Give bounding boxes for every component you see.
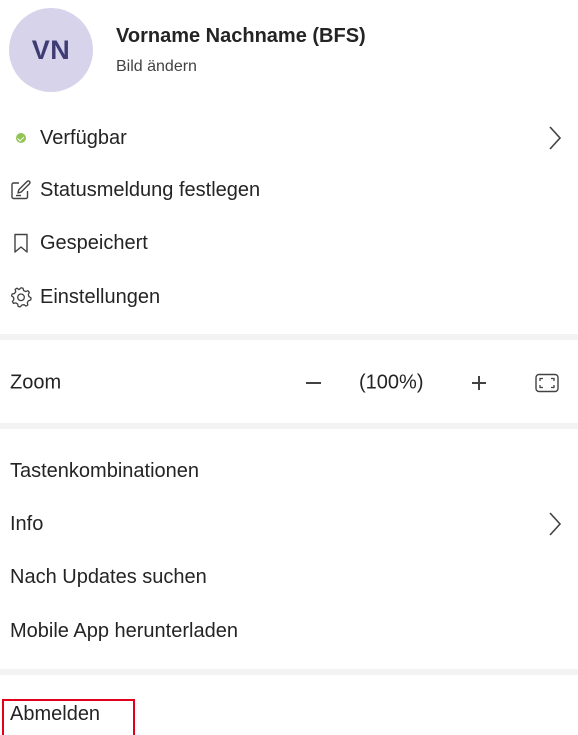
- profile-menu: VN Vorname Nachname (BFS) Bild ändern Ve…: [0, 0, 578, 735]
- saved-label: Gespeichert: [40, 231, 148, 254]
- keyboard-shortcuts-row[interactable]: Tastenkombinationen: [0, 446, 578, 496]
- zoom-row: Zoom (100%): [0, 357, 578, 409]
- avatar[interactable]: VN: [9, 8, 93, 92]
- set-status-message-label: Statusmeldung festlegen: [40, 178, 261, 201]
- check-updates-label: Nach Updates suchen: [10, 565, 207, 588]
- saved-row[interactable]: Gespeichert: [0, 218, 578, 268]
- available-check-icon: [10, 127, 32, 149]
- zoom-out-button[interactable]: [302, 371, 324, 395]
- minus-icon: [305, 382, 321, 384]
- fullscreen-icon: [535, 373, 559, 393]
- status-label: Verfügbar: [40, 126, 127, 149]
- bookmark-icon: [10, 232, 32, 254]
- change-picture-link[interactable]: Bild ändern: [116, 58, 197, 76]
- divider: [0, 334, 578, 340]
- download-mobile-app-row[interactable]: Mobile App herunterladen: [0, 606, 578, 656]
- settings-row[interactable]: Einstellungen: [0, 272, 578, 322]
- status-availability-row[interactable]: Verfügbar: [0, 113, 578, 163]
- profile-name: Vorname Nachname (BFS): [116, 25, 366, 47]
- keyboard-shortcuts-label: Tastenkombinationen: [10, 459, 200, 482]
- zoom-label: Zoom: [10, 371, 62, 394]
- gear-icon: [10, 286, 32, 308]
- zoom-in-button[interactable]: [467, 371, 491, 395]
- set-status-message-row[interactable]: Statusmeldung festlegen: [0, 165, 578, 215]
- zoom-level: (100%): [359, 371, 424, 394]
- chevron-right-icon: [549, 126, 562, 150]
- profile-header: VN Vorname Nachname (BFS) Bild ändern: [0, 0, 578, 105]
- divider: [0, 423, 578, 429]
- info-row[interactable]: Info: [0, 499, 578, 549]
- settings-label: Einstellungen: [40, 285, 161, 308]
- sign-out-highlight: [2, 699, 135, 735]
- divider: [0, 669, 578, 675]
- edit-note-icon: [10, 179, 32, 201]
- info-label: Info: [10, 512, 44, 535]
- fullscreen-button[interactable]: [534, 371, 560, 395]
- chevron-right-icon: [549, 512, 562, 536]
- download-mobile-app-label: Mobile App herunterladen: [10, 619, 238, 642]
- check-updates-row[interactable]: Nach Updates suchen: [0, 552, 578, 602]
